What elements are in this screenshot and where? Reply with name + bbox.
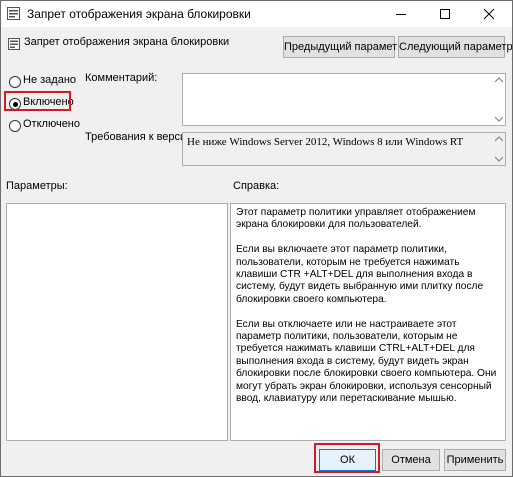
version-field: Не ниже Windows Server 2012, Windows 8 и…	[182, 132, 506, 166]
radio-disabled[interactable]: Отключено	[9, 118, 89, 134]
policy-icon	[7, 7, 20, 20]
title-bar: Запрет отображения экрана блокировки	[1, 1, 512, 27]
options-panel	[6, 203, 228, 441]
scroll-up-icon[interactable]	[495, 136, 503, 142]
radio-circle	[9, 120, 21, 132]
close-button[interactable]	[467, 1, 511, 27]
radio-label: Отключено	[23, 118, 80, 130]
previous-setting-button[interactable]: Предыдущий параметр	[283, 36, 403, 58]
help-paragraph: Если вы отключаете или не настраиваете э…	[236, 318, 497, 405]
scroll-down-icon[interactable]	[495, 156, 503, 162]
help-label: Справка:	[233, 180, 280, 192]
comment-label: Комментарий:	[85, 72, 158, 84]
help-paragraph: Если вы включаете этот параметр политики…	[236, 244, 484, 305]
apply-button[interactable]: Применить	[444, 449, 506, 471]
help-paragraph: Этот параметр политики управляет отображ…	[236, 207, 476, 231]
maximize-icon	[440, 9, 450, 19]
window-title: Запрет отображения экрана блокировки	[27, 7, 251, 21]
comment-field[interactable]	[182, 73, 506, 126]
cancel-button[interactable]: Отмена	[382, 449, 440, 471]
next-setting-button[interactable]: Следующий параметр	[398, 36, 512, 58]
setting-icon	[8, 38, 20, 50]
version-label: Требования к версии:	[85, 131, 196, 143]
ok-button[interactable]: ОК	[319, 449, 376, 471]
radio-not-configured[interactable]: Не задано	[9, 74, 89, 90]
highlight-enabled	[4, 91, 71, 111]
setting-title: Запрет отображения экрана блокировки	[24, 36, 230, 48]
radio-circle	[9, 76, 21, 88]
options-label: Параметры:	[6, 180, 68, 192]
help-text: Этот параметр политики управляет отображ…	[236, 207, 498, 418]
help-panel[interactable]: Этот параметр политики управляет отображ…	[230, 203, 506, 441]
scroll-up-icon[interactable]	[495, 77, 503, 83]
policy-dialog: Запрет отображения экрана блокировки Зап…	[0, 0, 513, 477]
maximize-button[interactable]	[423, 1, 467, 27]
minimize-button[interactable]	[379, 1, 423, 27]
radio-label: Не задано	[23, 74, 77, 86]
close-icon	[483, 8, 495, 20]
minimize-icon	[396, 14, 406, 15]
version-value: Не ниже Windows Server 2012, Windows 8 и…	[187, 136, 464, 148]
scroll-down-icon[interactable]	[495, 116, 503, 122]
